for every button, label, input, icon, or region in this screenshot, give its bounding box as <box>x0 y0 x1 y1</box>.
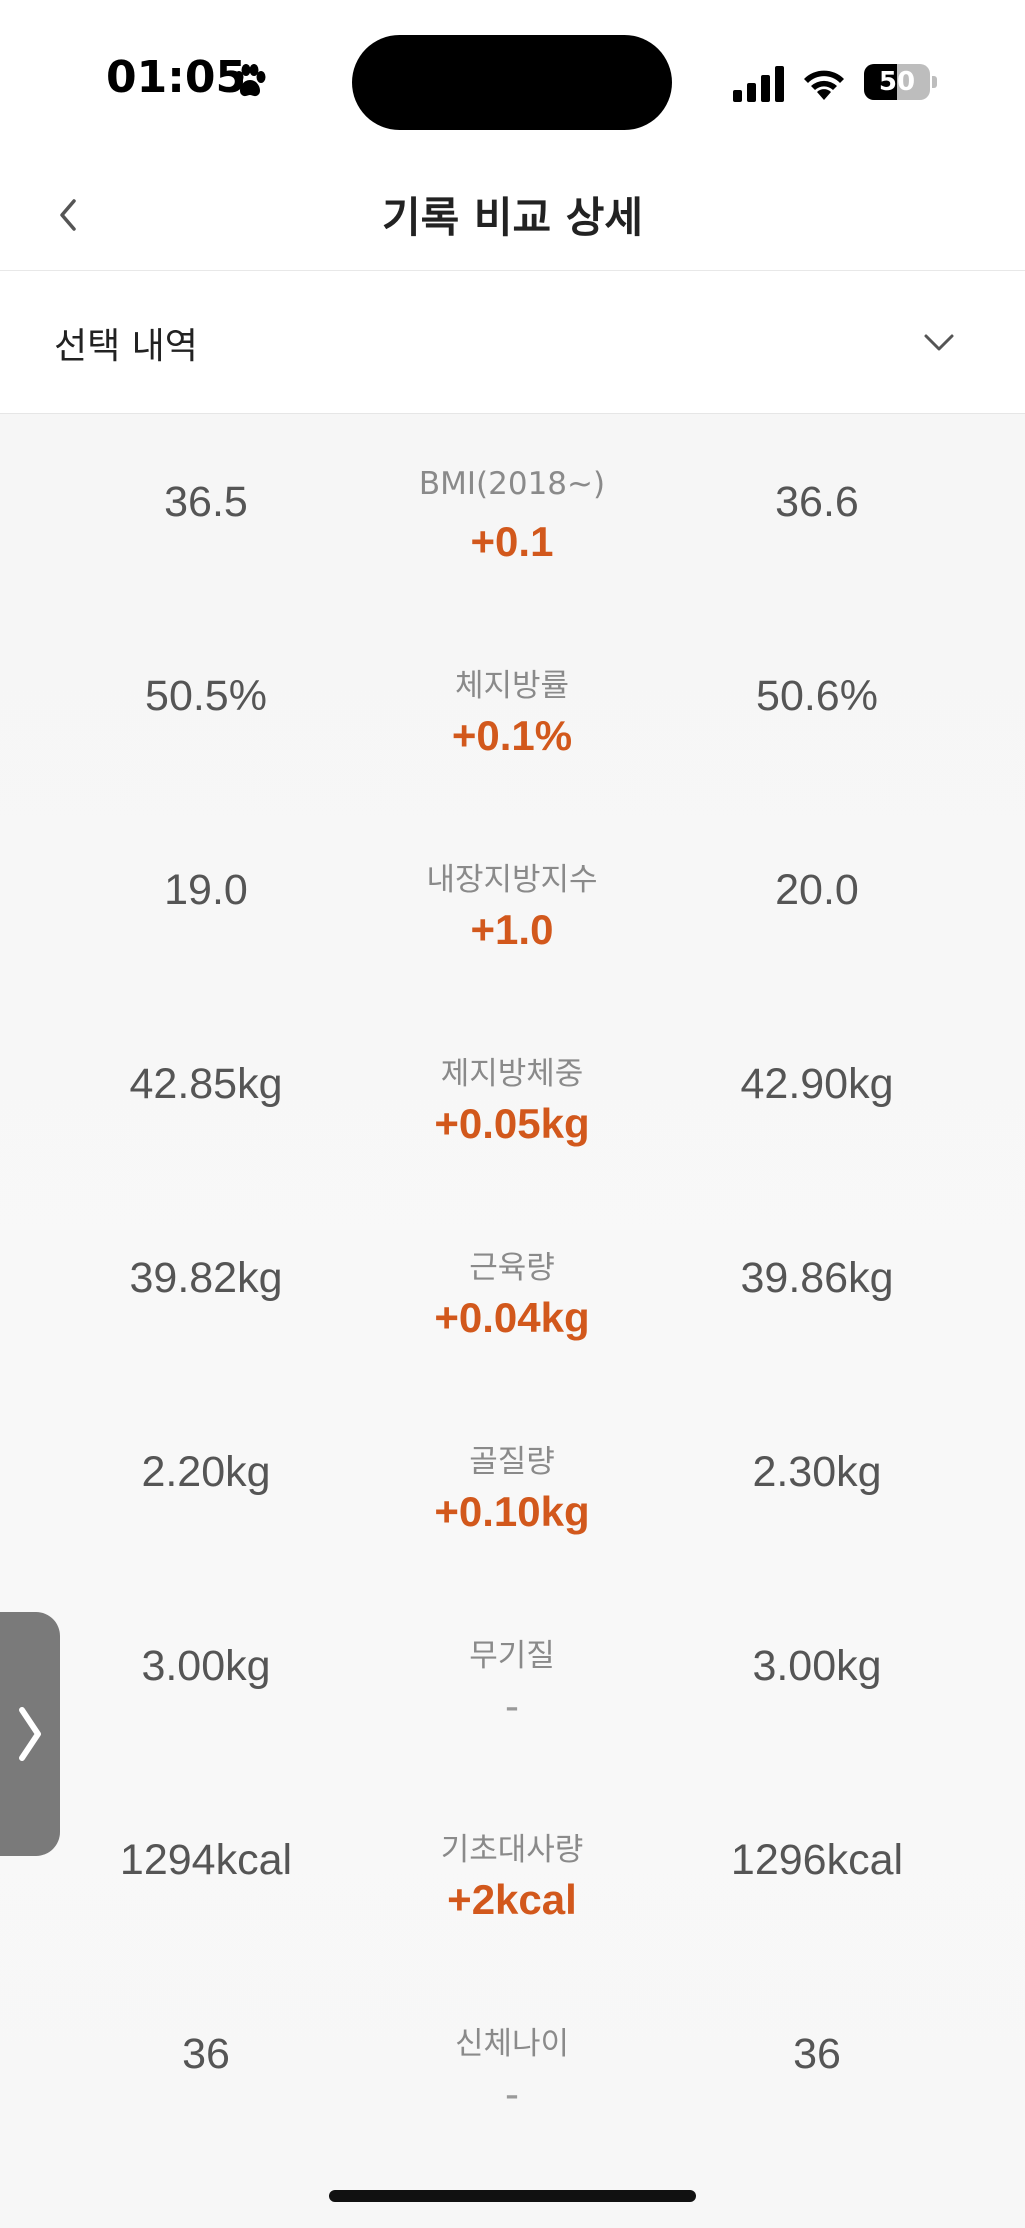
value-before: 42.85kg <box>129 1060 283 1108</box>
value-after: 3.00kg <box>752 1642 882 1690</box>
metric-diff: +0.04kg <box>434 1294 590 1341</box>
value-before: 50.5% <box>145 672 267 720</box>
metric-name: 무기질 <box>469 1638 555 1674</box>
value-before: 3.00kg <box>141 1642 271 1690</box>
selection-label: 선택 내역 <box>54 326 198 367</box>
metric-diff: - <box>505 2070 519 2117</box>
selection-toggle[interactable]: 선택 내역 <box>0 271 1025 414</box>
metric-diff: - <box>505 1682 519 1729</box>
metric-name: 체지방률 <box>454 668 570 704</box>
metric-name: BMI(2018~) <box>418 466 606 502</box>
comparison-row: 36.5 BMI(2018~) +0.1 36.6 <box>0 414 1025 608</box>
home-indicator <box>329 2190 696 2202</box>
metric-diff: +0.05kg <box>434 1100 590 1147</box>
metric-name: 신체나이 <box>454 2026 570 2062</box>
comparison-row: 42.85kg 제지방체중 +0.05kg 42.90kg <box>0 996 1025 1190</box>
value-after: 36 <box>793 2030 841 2078</box>
comparison-row: 19.0 내장지방지수 +1.0 20.0 <box>0 802 1025 996</box>
metric-name: 내장지방지수 <box>426 862 598 898</box>
value-after: 36.6 <box>775 478 859 526</box>
comparison-row: 2.20kg 골질량 +0.10kg 2.30kg <box>0 1384 1025 1578</box>
dynamic-island <box>352 35 672 130</box>
metric-name: 기초대사량 <box>440 1832 584 1868</box>
battery-cap <box>932 76 937 88</box>
paw-icon <box>230 62 270 102</box>
value-after: 20.0 <box>775 866 859 914</box>
value-after: 50.6% <box>756 672 878 720</box>
comparison-row: 1294kcal 기초대사량 +2kcal 1296kcal <box>0 1772 1025 1966</box>
value-after: 42.90kg <box>740 1060 894 1108</box>
drawer-handle[interactable] <box>0 1612 60 1856</box>
nav-bar: 기록 비교 상세 <box>0 160 1025 271</box>
comparison-list: 36.5 BMI(2018~) +0.1 36.6 50.5% 체지방률 +0.1% 50.6… <box>0 414 1025 2228</box>
comparison-row: 36 신체나이 - 36 <box>0 1966 1025 2160</box>
status-bar: 01:05 50 <box>0 0 1025 160</box>
chevron-right-icon <box>19 1707 41 1761</box>
value-after: 2.30kg <box>752 1448 882 1496</box>
value-before: 36.5 <box>164 478 248 526</box>
wifi-icon <box>800 62 848 102</box>
value-before: 1294kcal <box>119 1836 293 1884</box>
value-before: 39.82kg <box>129 1254 283 1302</box>
comparison-row: 3.00kg 무기질 - 3.00kg <box>0 1578 1025 1772</box>
comparison-row: 50.5% 체지방률 +0.1% 50.6% <box>0 608 1025 802</box>
metric-name: 골질량 <box>469 1444 555 1480</box>
chevron-down-icon <box>918 321 960 363</box>
status-time: 01:05 <box>106 52 247 103</box>
metric-name: 근육량 <box>469 1250 555 1286</box>
metric-diff: +0.1% <box>451 712 573 759</box>
value-after: 39.86kg <box>740 1254 894 1302</box>
value-before: 36 <box>182 2030 230 2078</box>
metric-name: 제지방체중 <box>440 1056 584 1092</box>
metric-diff: +0.1 <box>470 518 554 565</box>
page-title: 기록 비교 상세 <box>381 193 644 242</box>
value-before: 2.20kg <box>141 1448 271 1496</box>
signal-icon <box>733 66 785 102</box>
value-after: 1296kcal <box>730 1836 904 1884</box>
battery-text: 50 <box>878 67 916 97</box>
metric-diff: +1.0 <box>470 906 554 953</box>
battery-icon: 50 <box>864 64 930 100</box>
metric-diff: +2kcal <box>447 1876 577 1923</box>
metric-diff: +0.10kg <box>434 1488 590 1535</box>
comparison-row: 39.82kg 근육량 +0.04kg 39.86kg <box>0 1190 1025 1384</box>
value-before: 19.0 <box>164 866 248 914</box>
